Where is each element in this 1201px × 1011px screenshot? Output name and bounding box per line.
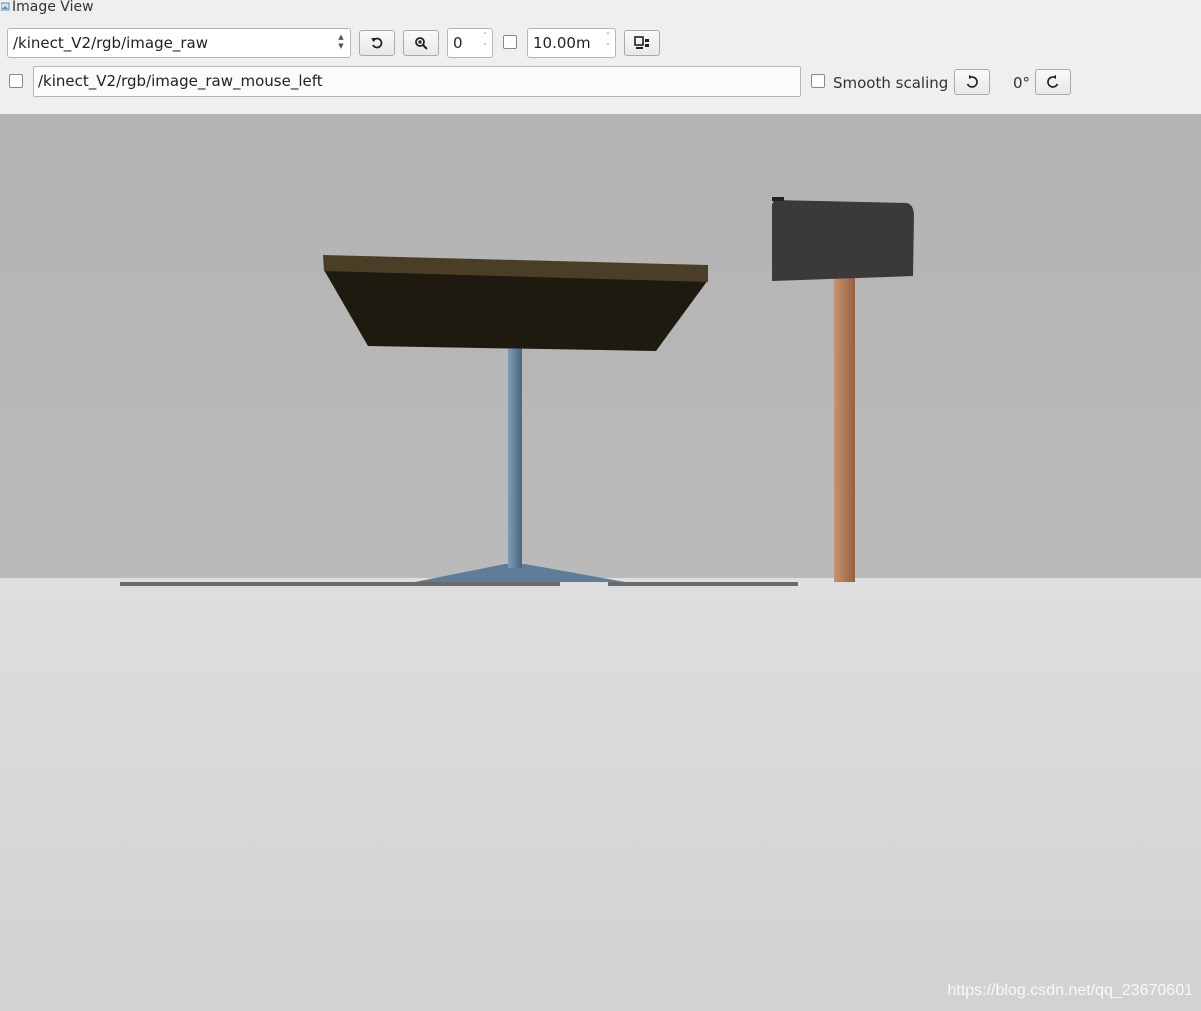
- rotate-right-button[interactable]: [1035, 69, 1071, 95]
- watermark-text: https://blog.csdn.net/qq_23670601: [947, 982, 1193, 999]
- mailbox-flag: [772, 197, 784, 201]
- zoom-fit-button[interactable]: [403, 30, 439, 56]
- mouse-publish-checkbox[interactable]: [9, 74, 23, 88]
- title-bar: Image View: [0, 0, 1201, 16]
- smooth-scaling-label: Smooth scaling: [833, 74, 949, 92]
- table-shadow: [120, 582, 560, 586]
- mouse-topic-input[interactable]: /kinect_V2/rgb/image_raw_mouse_left: [33, 66, 801, 97]
- rotation-value: 0°: [1013, 74, 1031, 92]
- save-image-icon: [634, 36, 649, 49]
- save-image-button[interactable]: [624, 30, 660, 56]
- topic-select-value: /kinect_V2/rgb/image_raw: [13, 34, 208, 52]
- table-shadow-right: [608, 582, 798, 586]
- topic-select[interactable]: /kinect_V2/rgb/image_raw ▲ ▼: [7, 28, 351, 58]
- max-range-spinbox[interactable]: 10.00m ˄ ˅: [527, 28, 616, 58]
- spin-arrows-icon[interactable]: ˄ ˅: [481, 31, 489, 55]
- table-top-underside: [324, 270, 708, 351]
- zoom-fit-icon: [415, 37, 428, 50]
- floor: [0, 578, 1201, 1011]
- mouse-topic-value: /kinect_V2/rgb/image_raw_mouse_left: [38, 72, 323, 90]
- value-spinbox-value: 0: [453, 34, 463, 52]
- rotate-left-button[interactable]: [954, 69, 990, 95]
- mailbox: [772, 200, 914, 281]
- table-leg: [508, 318, 522, 568]
- camera-image[interactable]: [0, 114, 1201, 1011]
- spin-arrows-icon[interactable]: ˄ ˅: [604, 31, 612, 55]
- up-down-arrows-icon: ▲ ▼: [338, 33, 344, 50]
- refresh-button[interactable]: [359, 30, 395, 56]
- window-title: Image View: [12, 0, 94, 15]
- mailbox-post: [834, 272, 855, 582]
- refresh-icon: [371, 37, 383, 49]
- image-viewport[interactable]: [0, 114, 1201, 1011]
- app-icon: [1, 2, 10, 11]
- max-range-value: 10.00m: [533, 34, 591, 52]
- rotate-right-icon: [1047, 75, 1059, 88]
- rotate-left-icon: [966, 75, 978, 88]
- value-spinbox[interactable]: 0 ˄ ˅: [447, 28, 493, 58]
- smooth-scaling-checkbox[interactable]: [811, 74, 825, 88]
- depth-checkbox[interactable]: [503, 35, 517, 49]
